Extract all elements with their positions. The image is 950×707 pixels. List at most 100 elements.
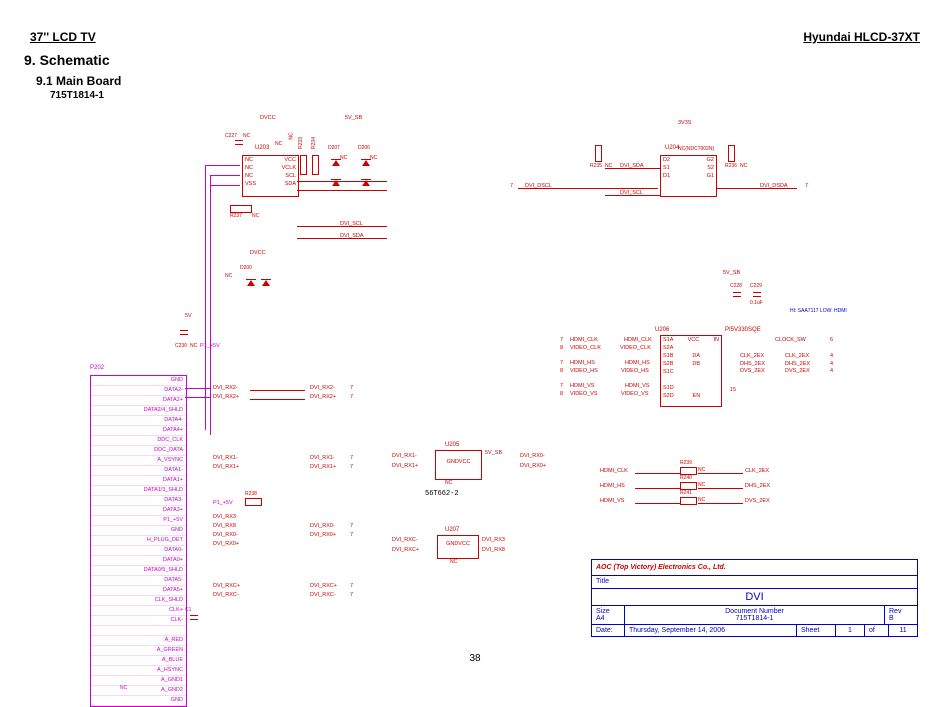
u206-8c: 8: [560, 391, 563, 397]
video-clk-lbl2: VIDEO_CLK: [620, 345, 651, 351]
dvi-rx3-a: DVI_RX3: [213, 514, 236, 520]
u207-rx8: DVI_RX8: [482, 547, 505, 553]
wr239b: [698, 473, 743, 474]
u206-l4: S1C: [663, 368, 674, 376]
dvi-rxcp-b: DVI_RXC+: [310, 583, 337, 589]
hdmi-vs-lbl2: HDMI_VS: [625, 383, 649, 389]
p202-pin-9: A_VSYNC: [91, 456, 186, 466]
p202-pin-6: DATA4+: [91, 426, 186, 436]
u207-rx3: DVI_RX3: [482, 537, 505, 543]
hdmi-clk-br: HDMI_CLK: [600, 468, 628, 474]
r240: [680, 482, 697, 490]
dvi-rx8-a: DVI_RX8: [213, 523, 236, 529]
p202-pin-16: GND: [91, 526, 186, 536]
dvs-2ex-r: DVS_2EX: [740, 368, 765, 374]
c230-nc: NC: [190, 343, 197, 349]
wire-scl-u204: [605, 195, 660, 196]
docnum-label: Document Number: [629, 608, 880, 615]
u204-part: NC(NDC7002N): [678, 146, 714, 152]
r240-label: R240: [680, 475, 692, 481]
wr240a: [635, 488, 680, 489]
r241-label: R241: [680, 490, 692, 496]
dvi-rx2-7a: 7: [350, 385, 353, 391]
p202-pin-33: GND: [91, 696, 186, 706]
wrx2a: [250, 390, 305, 391]
dvi-rx0p-a: DVI_RX0+: [213, 541, 239, 547]
diode-d207b: [331, 174, 341, 186]
dvcc-label-2: DVCC: [250, 250, 266, 256]
p202-pin-8: DDC_DATA: [91, 446, 186, 456]
dhs-2ex-br: DHS_2EX: [745, 483, 770, 489]
u206-l6: S1D: [663, 384, 674, 392]
p202-pin-5: DATA4-: [91, 416, 186, 426]
bus2h: [210, 175, 240, 176]
r238-label: R238: [245, 491, 257, 497]
u206-c0: VCC: [688, 336, 700, 344]
hdmi-vs-lbl: HDMI_VS: [570, 383, 594, 389]
dhs-2ex-r: DHS_2EX: [740, 361, 765, 367]
u206-r0: IN: [714, 336, 720, 344]
hdmi-hs-br: HDMI_HS: [600, 483, 625, 489]
video-hs-lbl: VIDEO_HS: [570, 368, 598, 374]
page-number: 38: [469, 653, 480, 664]
clk-2ex-4: 4: [830, 353, 833, 359]
header-left: 37'' LCD TV: [30, 30, 96, 44]
r234-label: R234: [311, 137, 317, 149]
dvs-2ex-4: 4: [830, 368, 833, 374]
hdmi-hs-lbl2: HDMI_HS: [625, 360, 650, 366]
3v3s-label: 3V3S: [678, 120, 691, 126]
clock-sw-lbl: CLOCK_SW: [775, 337, 806, 343]
p202-pin-20: DATA0/5_SHLD: [91, 566, 186, 576]
w1: [185, 388, 210, 389]
d206-nc: NC: [370, 155, 377, 161]
p202-pin-21: DATA5-: [91, 576, 186, 586]
u205-ref: U205: [445, 442, 459, 448]
d207-label: D207: [328, 145, 340, 151]
rev-label: Rev: [889, 608, 913, 615]
video-hs-lbl2: VIDEO_HS: [621, 368, 649, 374]
dhs-2ex-r2: DHS_2EX: [785, 361, 810, 367]
u206-part: PI5V330SQE: [725, 327, 761, 333]
r236-label: R236: [725, 163, 737, 169]
u206-l0: S1A: [663, 336, 673, 344]
p202-pin-19: DATA0+: [91, 556, 186, 566]
u203-p2: NC: [245, 164, 253, 172]
r233-label: R233: [298, 137, 304, 149]
d200-nc: NC: [225, 273, 232, 279]
p202-pin-30: A_HSYNC: [91, 666, 186, 676]
u207-nc: NC: [450, 559, 457, 565]
u204-p3: D1: [663, 172, 670, 180]
size-label: Size: [596, 608, 620, 615]
u206-7c: 7: [560, 383, 563, 389]
r237: [230, 205, 252, 213]
u204-p4: G2: [707, 156, 714, 164]
p202-pin-14: DATA3+: [91, 506, 186, 516]
c1-label: C1: [185, 607, 191, 613]
dhs-2ex-4: 4: [830, 361, 833, 367]
d200-label: D200: [240, 265, 252, 271]
dvi-rx1p-b: DVI_RX1+: [310, 464, 336, 470]
dvi-rx2m-a: DVI_RX2-: [213, 385, 238, 391]
dvcc-label: DVCC: [260, 115, 276, 121]
u205-rx1m: DVI_RX1-: [392, 453, 417, 459]
p202-pin-3: DATA2+: [91, 396, 186, 406]
c229-label: C229: [750, 283, 762, 289]
u206-c3: DB: [692, 360, 700, 368]
dvi-rx2p-a: DVI_RX2+: [213, 394, 239, 400]
wsda2: [297, 238, 387, 239]
board-number: 715T1814-1: [50, 90, 104, 101]
d207-nc: NC: [340, 155, 347, 161]
video-clk-lbl: VIDEO_CLK: [570, 345, 601, 351]
u206-7a: 7: [560, 337, 563, 343]
p202-pin-31: A_GND1: [91, 676, 186, 686]
subsection-title: 9.1 Main Board: [36, 74, 121, 88]
u206-8b: 8: [560, 368, 563, 374]
ic-u204: D2G2 S1S2 D1G1: [660, 155, 717, 197]
hdmi-clk-lbl: HDMI_CLK: [570, 337, 598, 343]
5v-label: 5V: [185, 313, 192, 319]
dvi-rx0m-a: DVI_RX0-: [213, 532, 238, 538]
u206-8a: 8: [560, 345, 563, 351]
u206-c7: EN: [693, 392, 701, 400]
chip-center-label: 56T662-2: [425, 490, 459, 498]
u203-p5: VCC: [284, 156, 296, 164]
